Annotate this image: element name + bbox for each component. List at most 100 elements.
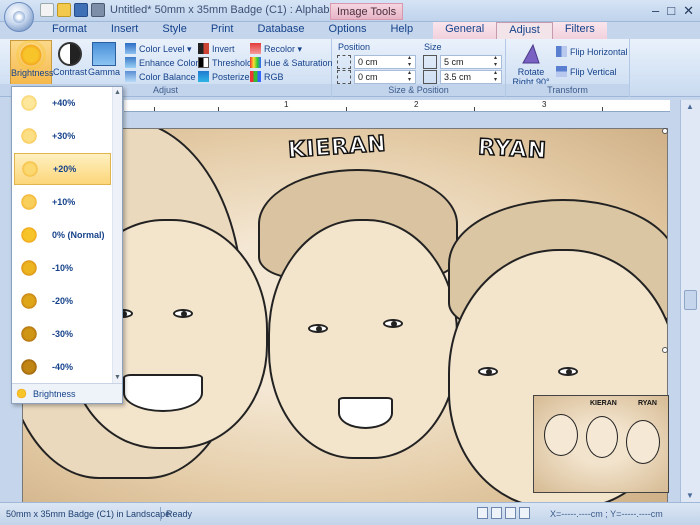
recolor-button[interactable]: Recolor ▾ bbox=[250, 42, 302, 56]
rgb-icon bbox=[250, 71, 261, 82]
brightness-option-plus-20[interactable]: +20% bbox=[14, 153, 111, 185]
ruler-tick bbox=[218, 107, 219, 111]
vertical-scrollbar[interactable]: ▲ ▼ bbox=[680, 100, 700, 502]
flip-horizontal-label: Flip Horizontal bbox=[570, 47, 628, 57]
horizontal-ruler: 1 2 3 bbox=[124, 100, 670, 112]
invert-label: Invert bbox=[212, 44, 235, 54]
quick-access-toolbar bbox=[40, 3, 105, 17]
right-face-eye bbox=[478, 367, 498, 376]
posterize-button[interactable]: Posterize bbox=[198, 70, 250, 84]
color-balance-label: Color Balance bbox=[139, 72, 196, 82]
maximize-icon[interactable]: □ bbox=[667, 3, 675, 19]
gamma-icon bbox=[92, 42, 116, 66]
tab-format[interactable]: Format bbox=[40, 22, 99, 39]
contrast-button[interactable]: Contrast bbox=[53, 40, 87, 85]
hue-saturation-button[interactable]: Hue & Saturation bbox=[250, 56, 333, 70]
brightness-option-label: +40% bbox=[52, 98, 76, 108]
print-icon[interactable] bbox=[91, 3, 105, 17]
position-y-input[interactable]: 0 cm bbox=[354, 70, 416, 84]
view-normal-icon[interactable] bbox=[477, 507, 488, 519]
tab-database[interactable]: Database bbox=[245, 22, 316, 39]
brightness-option-normal[interactable]: 0% (Normal) bbox=[14, 219, 111, 251]
color-balance-button[interactable]: Color Balance bbox=[125, 70, 196, 84]
height-input[interactable]: 3.5 cm bbox=[440, 70, 502, 84]
sun-icon bbox=[20, 94, 38, 112]
status-bar: 50mm x 35mm Badge (C1) in Landscape Read… bbox=[0, 502, 700, 525]
view-zoom-icon[interactable] bbox=[519, 507, 530, 519]
view-print-icon[interactable] bbox=[505, 507, 516, 519]
brightness-option-minus-40[interactable]: -40% bbox=[14, 351, 111, 383]
transform-group: Rotate Right 90° Flip Horizontal Flip Ve… bbox=[506, 39, 630, 97]
position-label: Position bbox=[338, 42, 371, 52]
close-icon[interactable]: ✕ bbox=[683, 3, 694, 19]
size-label: Size bbox=[424, 42, 442, 52]
invert-button[interactable]: Invert bbox=[198, 42, 235, 56]
ribbon-tabs: Format Insert Style Print Database Optio… bbox=[0, 22, 700, 39]
threshold-button[interactable]: Threshold bbox=[198, 56, 252, 70]
height-icon bbox=[423, 70, 437, 84]
brightness-label: Brightness bbox=[11, 68, 54, 78]
rotate-right-button[interactable]: Rotate Right 90° bbox=[510, 40, 552, 87]
tab-style[interactable]: Style bbox=[150, 22, 198, 39]
thumbnail-preview[interactable]: KIERAN RYAN bbox=[533, 395, 669, 493]
sun-icon bbox=[20, 127, 38, 145]
thumb-face bbox=[544, 414, 578, 456]
brightness-option-plus-40[interactable]: +40% bbox=[14, 87, 111, 119]
resize-handle[interactable] bbox=[662, 347, 668, 353]
tab-insert[interactable]: Insert bbox=[99, 22, 151, 39]
brightness-option-minus-10[interactable]: -10% bbox=[14, 252, 111, 284]
scroll-down-icon[interactable]: ▼ bbox=[686, 491, 694, 500]
transform-group-label: Transform bbox=[506, 84, 629, 96]
gallery-scroll-up-icon[interactable]: ▲ bbox=[114, 89, 121, 96]
invert-icon bbox=[198, 43, 209, 54]
brightness-option-label: 0% (Normal) bbox=[52, 230, 105, 240]
tab-filters[interactable]: Filters bbox=[552, 22, 607, 39]
brightness-more-options[interactable]: Brightness bbox=[12, 383, 122, 403]
gallery-scroll-down-icon[interactable]: ▼ bbox=[114, 374, 121, 381]
rgb-button[interactable]: RGB bbox=[250, 70, 284, 84]
resize-handle[interactable] bbox=[662, 128, 668, 134]
brightness-option-plus-30[interactable]: +30% bbox=[14, 120, 111, 152]
right-face-eye bbox=[558, 367, 578, 376]
brightness-option-label: -10% bbox=[52, 263, 74, 273]
enhance-colors-button[interactable]: Enhance Colors bbox=[125, 56, 203, 70]
thumb-name-kieran: KIERAN bbox=[590, 400, 617, 407]
flip-vertical-button[interactable]: Flip Vertical bbox=[556, 65, 617, 79]
ruler-tick bbox=[474, 107, 475, 111]
brightness-button[interactable]: Brightness bbox=[10, 40, 54, 85]
name-kieran: KIERAN bbox=[286, 131, 388, 164]
save-icon[interactable] bbox=[74, 3, 88, 17]
scroll-up-icon[interactable]: ▲ bbox=[686, 102, 694, 111]
title-bar: Untitled* 50mm x 35mm Badge (C1) : Alpha… bbox=[0, 0, 700, 22]
width-input[interactable]: 5 cm bbox=[440, 55, 502, 69]
thumb-face bbox=[586, 416, 618, 458]
scroll-thumb[interactable] bbox=[684, 290, 697, 310]
brightness-option-minus-20[interactable]: -20% bbox=[14, 285, 111, 317]
middle-face-mouth bbox=[338, 397, 393, 429]
rgb-label: RGB bbox=[264, 72, 284, 82]
brightness-footer-icon bbox=[16, 388, 27, 399]
position-x-input[interactable]: 0 cm bbox=[354, 55, 416, 69]
tab-print[interactable]: Print bbox=[199, 22, 246, 39]
tab-help[interactable]: Help bbox=[378, 22, 425, 39]
open-folder-icon[interactable] bbox=[57, 3, 71, 17]
gallery-scrollbar[interactable]: ▲ ▼ bbox=[112, 87, 122, 383]
view-buttons bbox=[477, 507, 530, 519]
minimize-icon[interactable]: – bbox=[652, 3, 659, 19]
application-menu-button[interactable] bbox=[4, 2, 34, 32]
brightness-option-label: -20% bbox=[52, 296, 74, 306]
flip-horizontal-button[interactable]: Flip Horizontal bbox=[556, 45, 628, 59]
brightness-option-minus-30[interactable]: -30% bbox=[14, 318, 111, 350]
brightness-gallery: ▲ ▼ +40% +30% +20% +10% 0% (Normal) -10%… bbox=[11, 86, 123, 404]
tab-general[interactable]: General bbox=[433, 22, 497, 39]
sun-icon bbox=[20, 193, 38, 211]
gamma-button[interactable]: Gamma bbox=[88, 40, 120, 85]
new-icon[interactable] bbox=[40, 3, 54, 17]
color-level-button[interactable]: Color Level ▾ bbox=[125, 42, 192, 56]
tab-options[interactable]: Options bbox=[317, 22, 379, 39]
view-page-icon[interactable] bbox=[491, 507, 502, 519]
color-balance-icon bbox=[125, 71, 136, 82]
position-y-icon bbox=[337, 70, 351, 84]
tab-adjust[interactable]: Adjust bbox=[496, 22, 553, 39]
brightness-option-plus-10[interactable]: +10% bbox=[14, 186, 111, 218]
